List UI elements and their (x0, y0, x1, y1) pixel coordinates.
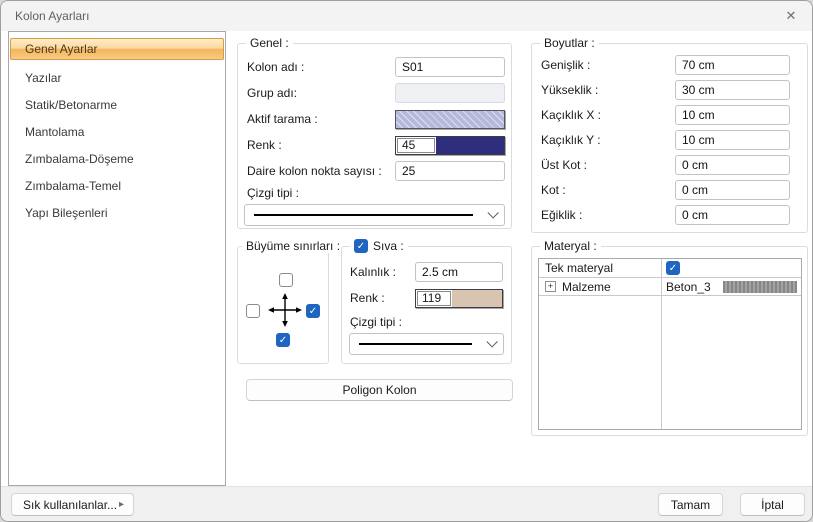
kot-input[interactable] (675, 180, 790, 200)
sidebar-item-statik-betonarme[interactable]: Statik/Betonarme (10, 91, 224, 118)
tek-materyal-checkbox[interactable] (666, 261, 680, 275)
grow-bottom-checkbox[interactable] (276, 333, 290, 347)
sidebar-item-yazilar[interactable]: Yazılar (10, 64, 224, 91)
yukseklik-label: Yükseklik : (541, 83, 675, 97)
favorites-button-label: Sık kullanılanlar... (23, 498, 117, 512)
table-row-tek-materyal[interactable]: Tek materyal (539, 259, 801, 278)
kolon-renk-swatch (436, 137, 504, 154)
malzeme-texture-swatch[interactable] (723, 281, 797, 293)
malzeme-value: Beton_3 (666, 280, 711, 294)
kolon-adi-input[interactable] (395, 57, 505, 77)
materyal-group: Materyal : Tek materyal + Malzeme Beton_… (531, 246, 808, 436)
boyutlar-group: Boyutlar : Genişlik : Yükseklik : Kaçıkl… (531, 43, 808, 233)
grow-right-checkbox[interactable] (306, 304, 320, 318)
kot-label: Kot : (541, 183, 675, 197)
kolon-cizgi-tipi-label: Çizgi tipi : (238, 184, 511, 202)
aktif-tarama-swatch[interactable] (395, 110, 505, 129)
malzeme-label: Malzeme (562, 280, 611, 294)
genel-group: Genel : Kolon adı : Grup adı: Aktif tara… (237, 43, 512, 229)
grow-top-checkbox[interactable] (279, 273, 293, 287)
expand-icon[interactable]: + (545, 281, 556, 292)
kalinlik-input[interactable] (415, 262, 503, 282)
genel-legend: Genel : (246, 36, 293, 50)
siva-renk-index: 119 (417, 291, 451, 306)
materyal-table: Tek materyal + Malzeme Beton_3 (538, 258, 802, 430)
grow-directions-icon (268, 293, 302, 327)
materyal-legend: Materyal : (540, 239, 601, 253)
siva-label: Sıva : (373, 239, 404, 253)
settings-category-list: Genel Ayarlar Yazılar Statik/Betonarme M… (8, 31, 226, 486)
chevron-down-icon (487, 207, 498, 218)
ust-kot-input[interactable] (675, 155, 790, 175)
boyutlar-legend: Boyutlar : (540, 36, 599, 50)
ust-kot-label: Üst Kot : (541, 158, 675, 172)
cancel-button[interactable]: İptal (740, 493, 805, 516)
buyume-sinirlari-group: Büyüme sınırları : (237, 246, 329, 364)
sidebar-item-mantolama[interactable]: Mantolama (10, 118, 224, 145)
kaciklik-y-label: Kaçıklık Y : (541, 133, 675, 147)
siva-renk-picker[interactable]: 119 (415, 289, 503, 308)
poligon-kolon-button[interactable]: Poligon Kolon (246, 379, 513, 401)
sidebar-item-genel-ayarlar[interactable]: Genel Ayarlar (10, 38, 224, 60)
egiklik-input[interactable] (675, 205, 790, 225)
kalinlik-label: Kalınlık : (350, 265, 415, 279)
grup-adi-label: Grup adı: (247, 86, 395, 100)
siva-renk-swatch (452, 290, 502, 307)
genislik-label: Genişlik : (541, 58, 675, 72)
kolon-ayarlari-dialog: Kolon Ayarları ✕ Genel Ayarlar Yazılar S… (0, 0, 813, 522)
table-row-malzeme[interactable]: + Malzeme Beton_3 (539, 278, 801, 296)
siva-legend: Sıva : (350, 239, 408, 253)
footer-bar: Sık kullanılanlar... ▸ Tamam İptal (1, 486, 812, 521)
kolon-adi-label: Kolon adı : (247, 60, 395, 74)
siva-cizgi-tipi-combo[interactable] (349, 333, 504, 355)
aktif-tarama-label: Aktif tarama : (247, 112, 395, 126)
sidebar-item-zimbalama-doseme[interactable]: Zımbalama-Döşeme (10, 145, 224, 172)
siva-renk-label: Renk : (350, 291, 415, 305)
genislik-input[interactable] (675, 55, 790, 75)
kaciklik-y-input[interactable] (675, 130, 790, 150)
yukseklik-input[interactable] (675, 80, 790, 100)
kaciklik-x-label: Kaçıklık X : (541, 108, 675, 122)
sidebar-item-yapi-bilesenleri[interactable]: Yapı Bileşenleri (10, 199, 224, 226)
close-icon[interactable]: ✕ (783, 8, 799, 24)
dialog-title: Kolon Ayarları (15, 9, 90, 23)
buyume-legend: Büyüme sınırları : (242, 239, 344, 253)
daire-nokta-label: Daire kolon nokta sayısı : (247, 164, 395, 178)
line-sample (254, 214, 473, 216)
kolon-renk-index: 45 (397, 138, 435, 153)
grow-left-checkbox[interactable] (246, 304, 260, 318)
favorites-button[interactable]: Sık kullanılanlar... ▸ (11, 493, 134, 516)
siva-cizgi-tipi-label: Çizgi tipi : (342, 311, 511, 331)
kolon-renk-label: Renk : (247, 138, 395, 152)
sidebar-item-zimbalama-temel[interactable]: Zımbalama-Temel (10, 172, 224, 199)
siva-checkbox[interactable] (354, 239, 368, 253)
line-sample (359, 343, 472, 345)
siva-group: Sıva : Kalınlık : Renk : 119 Çizgi tipi … (341, 246, 512, 364)
ok-button[interactable]: Tamam (658, 493, 723, 516)
kaciklik-x-input[interactable] (675, 105, 790, 125)
egiklik-label: Eğiklik : (541, 208, 675, 222)
chevron-down-icon (486, 336, 497, 347)
daire-nokta-input[interactable] (395, 161, 505, 181)
grup-adi-input (395, 83, 505, 103)
arrow-right-icon: ▸ (119, 499, 124, 510)
tek-materyal-label: Tek materyal (539, 261, 661, 275)
kolon-cizgi-tipi-combo[interactable] (244, 204, 505, 226)
title-bar: Kolon Ayarları ✕ (1, 1, 812, 31)
kolon-renk-picker[interactable]: 45 (395, 136, 505, 155)
